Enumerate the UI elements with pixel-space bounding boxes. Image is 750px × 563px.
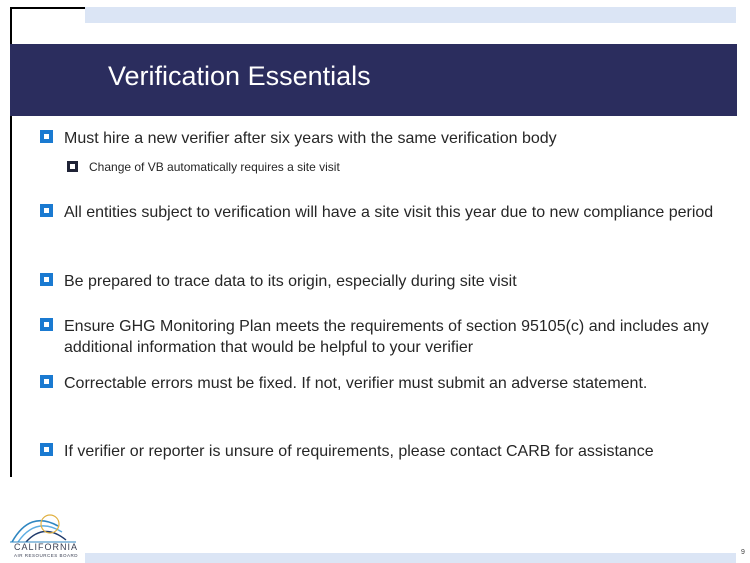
bullet-text: Ensure GHG Monitoring Plan meets the req… <box>64 318 709 356</box>
square-bullet-icon <box>40 318 53 331</box>
bullet-text: Be prepared to trace data to its origin,… <box>64 273 517 290</box>
bottom-accent-bar <box>85 553 736 563</box>
bullet-item: Ensure GHG Monitoring Plan meets the req… <box>40 316 730 358</box>
square-bullet-icon <box>40 273 53 286</box>
bullet-text: Must hire a new verifier after six years… <box>64 130 557 147</box>
square-bullet-icon <box>40 443 53 456</box>
bullet-item: Be prepared to trace data to its origin,… <box>40 271 730 292</box>
carb-logo: CALIFORNIA AIR RESOURCES BOARD <box>6 512 86 562</box>
bullet-item: All entities subject to verification wil… <box>40 202 730 223</box>
bullet-text: Correctable errors must be fixed. If not… <box>64 375 648 392</box>
page-number: 9 <box>741 549 745 556</box>
bullet-item: If verifier or reporter is unsure of req… <box>40 441 730 462</box>
logo-name: CALIFORNIA <box>13 542 78 552</box>
logo-arcs-icon <box>10 514 76 543</box>
square-bullet-icon <box>40 204 53 217</box>
square-bullet-icon <box>40 375 53 388</box>
sub-bullet-text: Change of VB automatically requires a si… <box>89 160 340 174</box>
sub-bullet-item: Change of VB automatically requires a si… <box>67 160 707 175</box>
bullet-item: Must hire a new verifier after six years… <box>40 128 730 149</box>
bullet-item: Correctable errors must be fixed. If not… <box>40 373 730 394</box>
square-sub-bullet-icon <box>67 161 78 172</box>
bullet-text: All entities subject to verification wil… <box>64 204 714 221</box>
logo-subtitle: AIR RESOURCES BOARD <box>13 553 78 558</box>
square-bullet-icon <box>40 130 53 143</box>
bullet-text: If verifier or reporter is unsure of req… <box>64 443 654 460</box>
bullet-list: Must hire a new verifier after six years… <box>0 0 750 500</box>
